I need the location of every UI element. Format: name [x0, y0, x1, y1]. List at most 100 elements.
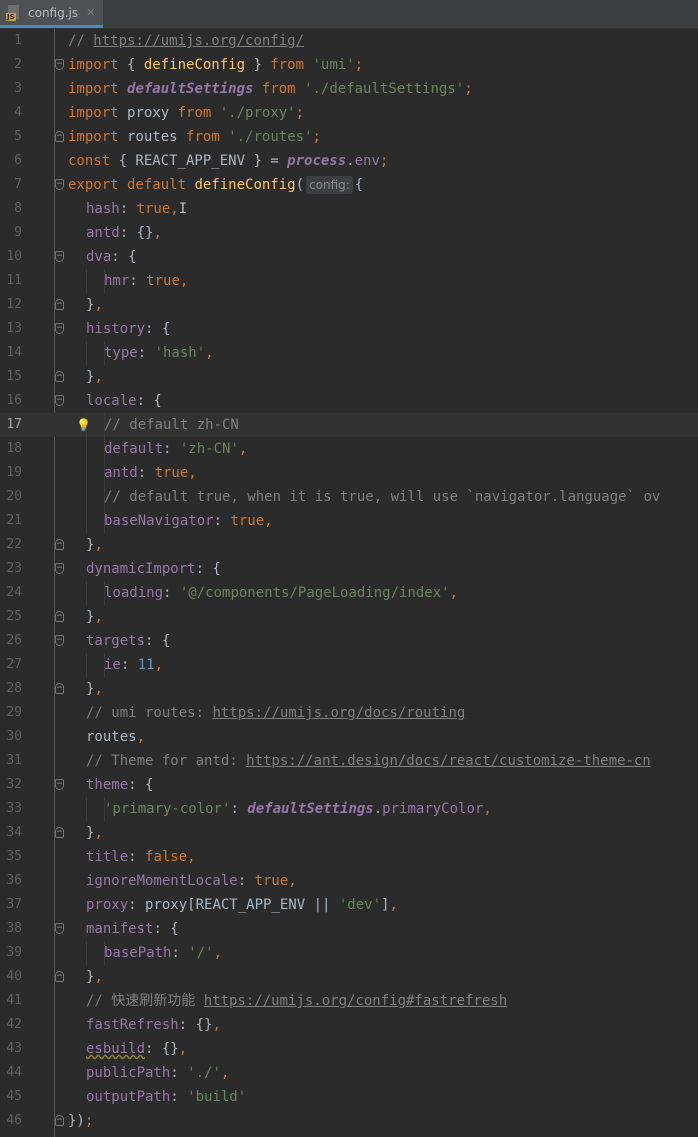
code-text: basePath: '/',	[104, 941, 222, 965]
line-number: 10	[6, 249, 22, 264]
code-line[interactable]: 23 − dynamicImport: {	[0, 557, 698, 581]
fold-open-icon[interactable]: −	[55, 395, 64, 406]
code-line[interactable]: 17 💡 // default zh-CN	[0, 413, 698, 437]
code-text: },	[86, 605, 103, 629]
fold-close-icon[interactable]: −	[55, 971, 64, 982]
code-token: :	[170, 1065, 188, 1081]
fold-close-icon[interactable]: −	[55, 299, 64, 310]
code-token: ,	[178, 1041, 188, 1057]
code-line[interactable]: 25 −},	[0, 605, 698, 629]
code-token: outputPath	[86, 1089, 171, 1105]
close-icon[interactable]: ✕	[86, 6, 95, 19]
code-line[interactable]: 21 baseNavigator: true,	[0, 509, 698, 533]
code-line[interactable]: 6 const { REACT_APP_ENV } = process.env;	[0, 149, 698, 173]
code-line[interactable]: 7 − export default defineConfig(config:{	[0, 173, 698, 197]
code-token: config:	[306, 176, 353, 194]
fold-close-icon[interactable]: −	[55, 371, 64, 382]
line-number: 37	[6, 897, 22, 912]
code-token: 'zh-CN'	[179, 441, 239, 457]
code-line[interactable]: 41 // 快速刷新功能 https://umijs.org/config#fas…	[0, 989, 698, 1013]
code-text: loading: '@/components/PageLoading/index…	[104, 581, 458, 605]
code-line[interactable]: 42 fastRefresh: {},	[0, 1013, 698, 1037]
fold-open-icon[interactable]: −	[55, 251, 64, 262]
code-line[interactable]: 28 −},	[0, 677, 698, 701]
code-line[interactable]: 33 'primary-color': defaultSettings.prima…	[0, 797, 698, 821]
code-line[interactable]: 2 − import { defineConfig } from 'umi';	[0, 53, 698, 77]
code-line[interactable]: 37 proxy: proxy[REACT_APP_ENV || 'dev'],	[0, 893, 698, 917]
line-number: 8	[14, 201, 22, 216]
line-number: 15	[6, 369, 22, 384]
code-line[interactable]: 27 ie: 11,	[0, 653, 698, 677]
code-line[interactable]: 44 publicPath: './',	[0, 1061, 698, 1085]
code-line[interactable]: 9 antd: {},	[0, 221, 698, 245]
code-token: theme	[86, 777, 129, 793]
line-number: 32	[6, 777, 22, 792]
code-line[interactable]: 20 // default true, when it is true, will…	[0, 485, 698, 509]
code-line[interactable]: 24 loading: '@/components/PageLoading/ind…	[0, 581, 698, 605]
code-token: ,	[94, 825, 103, 841]
code-token: './routes'	[228, 129, 313, 145]
fold-open-icon[interactable]: −	[55, 563, 64, 574]
code-token: // 快速刷新功能	[86, 993, 204, 1009]
code-line[interactable]: 35 title: false,	[0, 845, 698, 869]
line-number: 43	[6, 1041, 22, 1056]
code-line[interactable]: 1 // https://umijs.org/config/	[0, 29, 698, 53]
code-line[interactable]: 40 −},	[0, 965, 698, 989]
line-number: 40	[6, 969, 22, 984]
fold-close-icon[interactable]: −	[55, 683, 64, 694]
code-line[interactable]: 5 − import routes from './routes';	[0, 125, 698, 149]
code-line[interactable]: 11 hmr: true,	[0, 269, 698, 293]
tab-config-js[interactable]: JS config.js ✕	[0, 0, 104, 28]
code-line[interactable]: 18 default: 'zh-CN',	[0, 437, 698, 461]
fold-open-icon[interactable]: −	[55, 779, 64, 790]
code-text: const { REACT_APP_ENV } = process.env;	[68, 149, 388, 173]
code-line[interactable]: 26 − targets: {	[0, 629, 698, 653]
code-line[interactable]: 29 // umi routes: https://umijs.org/docs/…	[0, 701, 698, 725]
code-line[interactable]: 10 − dva: {	[0, 245, 698, 269]
line-number: 11	[6, 273, 22, 288]
code-line[interactable]: 30 routes,	[0, 725, 698, 749]
code-line[interactable]: 22 −},	[0, 533, 698, 557]
fold-open-icon[interactable]: −	[55, 59, 64, 70]
code-line[interactable]: 15 −},	[0, 365, 698, 389]
code-line[interactable]: 4 import proxy from './proxy';	[0, 101, 698, 125]
code-line[interactable]: 16 − locale: {	[0, 389, 698, 413]
fold-open-icon[interactable]: −	[55, 323, 64, 334]
fold-close-icon[interactable]: −	[55, 539, 64, 550]
code-token: import	[68, 57, 128, 73]
code-line[interactable]: 14 type: 'hash',	[0, 341, 698, 365]
code-line[interactable]: 38 − manifest: {	[0, 917, 698, 941]
code-line[interactable]: 3 import defaultSettings from './defaultS…	[0, 77, 698, 101]
code-line[interactable]: 39 basePath: '/',	[0, 941, 698, 965]
fold-close-icon[interactable]: −	[55, 1115, 64, 1126]
fold-close-icon[interactable]: −	[55, 611, 64, 622]
lightbulb-icon[interactable]: 💡	[76, 413, 91, 437]
code-line[interactable]: 12 −},	[0, 293, 698, 317]
code-token: : {	[111, 249, 137, 265]
code-editor[interactable]: 1// https://umijs.org/config/2− import { …	[0, 29, 698, 1137]
code-text: // https://umijs.org/config/	[68, 29, 304, 53]
fold-close-icon[interactable]: −	[55, 131, 64, 142]
code-line[interactable]: 8 hash: true,I	[0, 197, 698, 221]
code-line[interactable]: 36 ignoreMomentLocale: true,	[0, 869, 698, 893]
code-text: locale: {	[86, 389, 162, 413]
code-token: defaultSettings	[127, 81, 254, 97]
code-line[interactable]: 13 − history: {	[0, 317, 698, 341]
code-line[interactable]: 19 antd: true,	[0, 461, 698, 485]
fold-open-icon[interactable]: −	[55, 179, 64, 190]
code-token: // Theme for antd:	[86, 753, 247, 769]
code-line[interactable]: 43 esbuild: {},	[0, 1037, 698, 1061]
code-token: ,	[94, 969, 103, 985]
code-token: .	[373, 801, 383, 817]
code-token: // default true, when it is true, will u…	[104, 489, 661, 505]
code-line[interactable]: 31 // Theme for antd: https://ant.design/…	[0, 749, 698, 773]
fold-open-icon[interactable]: −	[55, 923, 64, 934]
fold-close-icon[interactable]: −	[55, 827, 64, 838]
code-line[interactable]: 34 −},	[0, 821, 698, 845]
fold-open-icon[interactable]: −	[55, 635, 64, 646]
code-token: : {	[128, 777, 154, 793]
code-line[interactable]: 32 − theme: {	[0, 773, 698, 797]
code-line[interactable]: 45 outputPath: 'build'	[0, 1085, 698, 1109]
code-line[interactable]: 46 −});	[0, 1109, 698, 1133]
